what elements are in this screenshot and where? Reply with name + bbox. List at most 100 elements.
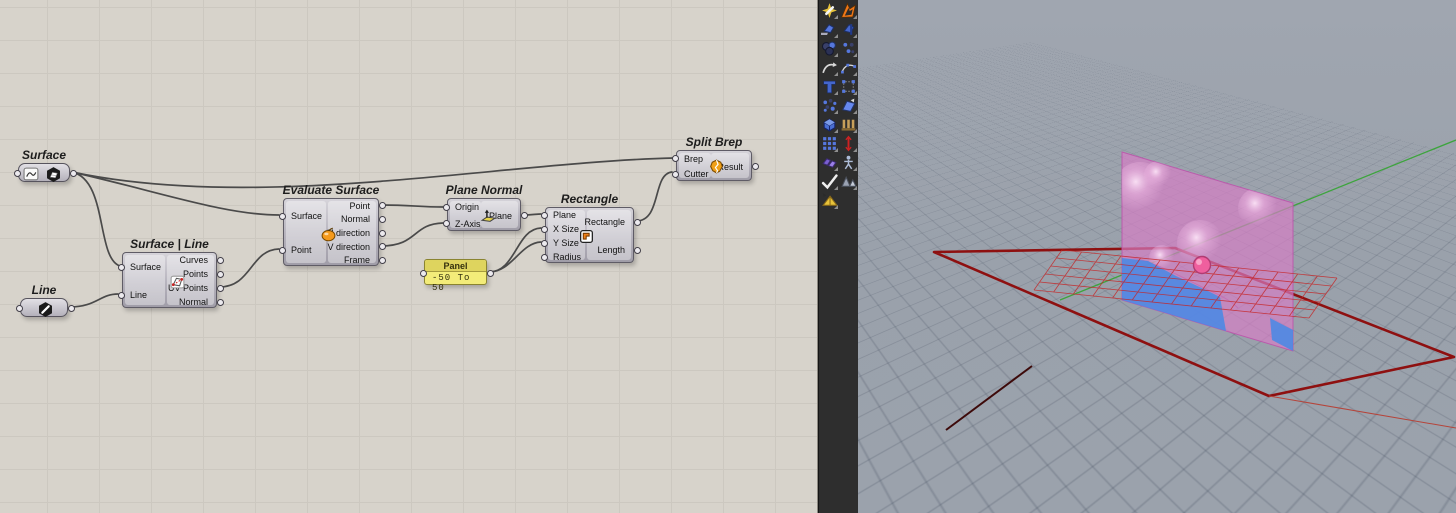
output-nub-result[interactable] bbox=[751, 163, 759, 170]
line-hex-icon bbox=[37, 301, 53, 317]
hatch-grid-icon[interactable] bbox=[820, 134, 839, 153]
output-label: V direction bbox=[327, 241, 370, 252]
input-nub-surface[interactable] bbox=[278, 212, 286, 220]
point-set-icon[interactable] bbox=[839, 39, 858, 58]
panel-value[interactable]: -50 To 50 bbox=[425, 272, 486, 293]
solid-box-icon[interactable] bbox=[820, 115, 839, 134]
output-nub-uv-points[interactable] bbox=[216, 284, 224, 292]
param-surface-param[interactable] bbox=[13, 163, 77, 182]
input-nub-y-size[interactable] bbox=[540, 239, 548, 247]
component-title-rectangle: Rectangle bbox=[560, 192, 619, 206]
input-label: Origin bbox=[455, 202, 480, 213]
output-nub-points[interactable] bbox=[216, 270, 224, 278]
surface-param-in-nub[interactable] bbox=[13, 170, 21, 177]
input-nub-cutter[interactable] bbox=[671, 170, 679, 178]
panel-component[interactable]: Panel -50 To 50 bbox=[419, 259, 494, 293]
mesh-spheres-icon[interactable] bbox=[820, 39, 839, 58]
input-nub-plane[interactable] bbox=[540, 211, 548, 219]
curve-control-points-icon[interactable] bbox=[839, 58, 858, 77]
graph-icon bbox=[23, 166, 39, 182]
component-surface-line[interactable]: Surface Line Curves Points UV Points Normal bbox=[117, 252, 224, 308]
input-nub-radius[interactable] bbox=[540, 253, 548, 261]
plane-normal-icon bbox=[480, 207, 497, 223]
input-nub-line[interactable] bbox=[117, 291, 125, 299]
output-label: Curves bbox=[179, 255, 208, 265]
input-nub-z-axis[interactable] bbox=[442, 220, 450, 228]
output-nub-curves[interactable] bbox=[216, 256, 224, 264]
point-grid-icon[interactable] bbox=[839, 77, 858, 96]
rhino-viewport[interactable] bbox=[858, 0, 1456, 513]
output-nub-v-direction[interactable] bbox=[378, 243, 386, 251]
output-label: Length bbox=[597, 245, 625, 255]
input-nub-brep[interactable] bbox=[671, 155, 679, 163]
component-evaluate-surface[interactable]: Surface Point Point Normal U direction V dire… bbox=[278, 198, 386, 266]
output-nub-length[interactable] bbox=[633, 246, 641, 254]
block-tools-icon[interactable] bbox=[820, 153, 839, 172]
input-nub-point[interactable] bbox=[278, 246, 286, 254]
component-split-brep[interactable]: Brep Cutter Result bbox=[671, 150, 759, 181]
pyramid-tool-icon[interactable] bbox=[820, 191, 839, 210]
surface-param-out-nub[interactable] bbox=[69, 170, 77, 177]
loft-columns-icon[interactable] bbox=[839, 115, 858, 134]
line-param-out-nub[interactable] bbox=[67, 305, 75, 312]
input-label: Surface bbox=[291, 211, 323, 221]
output-nub-plane[interactable] bbox=[520, 212, 528, 219]
input-nub-x-size[interactable] bbox=[540, 225, 548, 233]
output-nub-frame[interactable] bbox=[378, 256, 386, 264]
output-label: Normal bbox=[340, 214, 370, 225]
component-rectangle[interactable]: Plane X Size Y Size Radius Rectangle Length bbox=[540, 207, 641, 263]
output-nub-u-direction[interactable] bbox=[378, 229, 386, 237]
param-title-line-param: Line bbox=[31, 283, 57, 297]
input-label: Line bbox=[130, 290, 148, 300]
x-axis-red bbox=[1268, 395, 1456, 429]
sparkle-burst-icon[interactable] bbox=[820, 1, 839, 20]
wire-surface-to-surfaceline[interactable] bbox=[71, 171, 121, 267]
surface-corner-icon[interactable] bbox=[820, 20, 839, 39]
wire-uvpoints-to-point[interactable] bbox=[218, 248, 280, 288]
wire-panel-to-ysize[interactable] bbox=[488, 241, 542, 273]
input-label: Y Size bbox=[553, 238, 579, 248]
output-label: Points bbox=[182, 269, 208, 279]
wire-rectangle-to-cutter[interactable] bbox=[635, 171, 673, 222]
output-nub-rectangle[interactable] bbox=[633, 218, 641, 226]
output-nub-point[interactable] bbox=[378, 202, 386, 210]
surface-edge-icon[interactable] bbox=[839, 20, 858, 39]
output-nub-normal[interactable] bbox=[216, 298, 224, 306]
check-confirm-icon[interactable] bbox=[820, 172, 839, 191]
output-nub-normal[interactable] bbox=[378, 215, 386, 223]
curve-arc-icon[interactable] bbox=[820, 58, 839, 77]
wire-vdir-to-zaxis[interactable] bbox=[380, 222, 444, 247]
component-title-plane-normal: Plane Normal bbox=[445, 183, 523, 197]
input-label: Cutter bbox=[684, 169, 709, 180]
grasshopper-canvas[interactable]: Surface Line Curves Points UV Points Normal Su… bbox=[0, 0, 818, 513]
line-param-in-nub[interactable] bbox=[15, 305, 23, 312]
origin-point-sphere[interactable] bbox=[1192, 255, 1212, 275]
panel-in-nub[interactable] bbox=[419, 269, 427, 277]
axis-line-icon[interactable] bbox=[839, 134, 858, 153]
component-plane-normal[interactable]: Origin Z-Axis Plane bbox=[442, 198, 528, 231]
output-label: Normal bbox=[178, 297, 208, 307]
input-label: Brep bbox=[684, 153, 704, 164]
input-label: X Size bbox=[553, 224, 580, 234]
explode-flame-icon[interactable] bbox=[839, 1, 858, 20]
text-tool-icon[interactable] bbox=[820, 77, 839, 96]
cone-solids-icon[interactable] bbox=[839, 172, 858, 191]
point-cloud-icon[interactable] bbox=[820, 96, 839, 115]
input-label: Z-Axis bbox=[455, 218, 481, 229]
param-title-surface-param: Surface bbox=[21, 148, 67, 162]
wire-line-to-surfaceline[interactable] bbox=[69, 293, 119, 308]
armature-figure-icon[interactable] bbox=[839, 153, 858, 172]
component-title-split-brep: Split Brep bbox=[685, 135, 743, 149]
wire-panel-to-xsize[interactable] bbox=[488, 227, 542, 273]
wire-point-to-origin[interactable] bbox=[380, 204, 444, 208]
surface-plane-icon[interactable] bbox=[839, 96, 858, 115]
toolbar-icon-grid bbox=[820, 1, 858, 210]
input-nub-surface[interactable] bbox=[117, 263, 125, 271]
input-label: Surface bbox=[130, 262, 162, 272]
wire-surface-to-evaluate[interactable] bbox=[71, 171, 280, 216]
param-line-param[interactable] bbox=[15, 298, 75, 317]
rhino-toolbar: Osnap bbox=[818, 0, 858, 513]
panel-out-nub[interactable] bbox=[486, 269, 494, 277]
input-nub-origin[interactable] bbox=[442, 203, 450, 211]
line-object[interactable] bbox=[945, 365, 1033, 431]
